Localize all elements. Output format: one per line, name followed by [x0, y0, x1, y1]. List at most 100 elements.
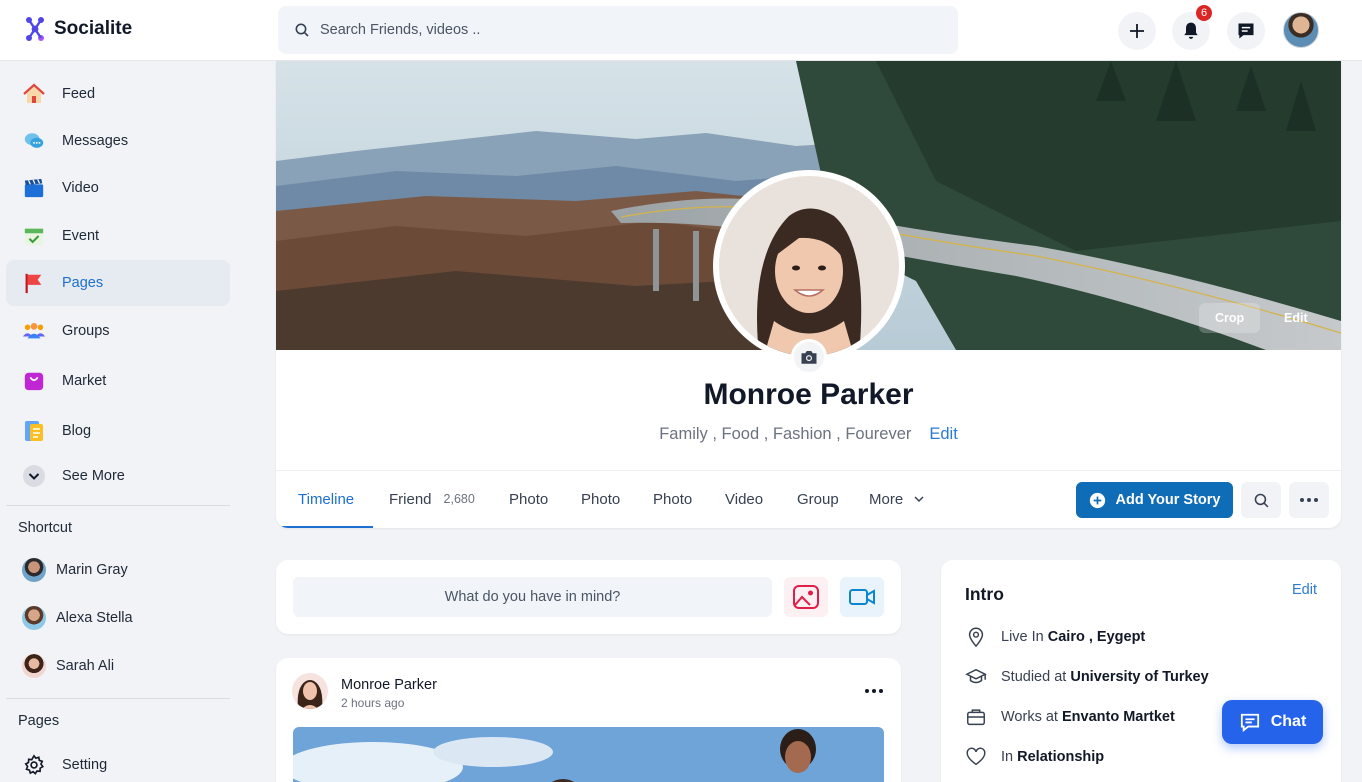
- notifications-button[interactable]: 6: [1172, 5, 1212, 50]
- sidebar-item-event[interactable]: Event: [6, 213, 230, 259]
- user-avatar[interactable]: [1283, 12, 1319, 48]
- tab-group[interactable]: Group: [797, 481, 839, 517]
- add-video-button[interactable]: [840, 577, 884, 617]
- chat-icon: [1240, 713, 1259, 732]
- profile-card: Crop Edit Monroe Parker Family , Food , …: [276, 61, 1341, 528]
- home-icon: [22, 82, 46, 106]
- avatar: [22, 558, 46, 582]
- sidebar-item-video[interactable]: Video: [6, 165, 230, 211]
- briefcase-icon: [967, 709, 985, 726]
- chat-button[interactable]: Chat: [1222, 700, 1323, 744]
- groups-icon: [22, 319, 46, 343]
- intro-prefix: Works at: [1001, 709, 1058, 725]
- heart-icon: [966, 747, 986, 766]
- active-tab-indicator: [276, 526, 373, 528]
- tab-more[interactable]: More: [869, 481, 925, 517]
- post-composer: What do you have in mind?: [276, 560, 901, 634]
- app-name: Socialite: [54, 18, 133, 39]
- composer-input[interactable]: What do you have in mind?: [293, 577, 772, 617]
- sidebar-item-feed[interactable]: Feed: [6, 71, 230, 117]
- tab-label: Photo: [653, 490, 693, 508]
- edit-cover-button[interactable]: Edit: [1268, 303, 1324, 333]
- tab-video[interactable]: Video: [725, 481, 763, 517]
- intro-value: University of Turkey: [1070, 669, 1209, 685]
- profile-more-button[interactable]: [1289, 482, 1329, 518]
- post-card: Monroe Parker 2 hours ago: [276, 658, 901, 782]
- edit-description-link[interactable]: Edit: [929, 425, 957, 443]
- chevron-down-icon: [22, 464, 46, 488]
- shortcut-name: Sarah Ali: [56, 658, 115, 674]
- tab-label: Timeline: [298, 490, 355, 508]
- tab-friend[interactable]: Friend 2,680: [389, 481, 475, 517]
- profile-avatar[interactable]: [713, 170, 905, 362]
- change-photo-button[interactable]: [791, 339, 827, 375]
- shortcut-name: Marin Gray: [56, 562, 128, 578]
- tab-photo[interactable]: Photo: [509, 481, 548, 517]
- add-story-label: Add Your Story: [1115, 492, 1221, 508]
- sidebar-item-label: Pages: [62, 275, 104, 291]
- post-author[interactable]: Monroe Parker: [341, 677, 437, 693]
- app-logo[interactable]: Socialite: [24, 16, 132, 42]
- intro-value: Envanto Martket: [1061, 709, 1175, 725]
- graduation-cap-icon: [965, 668, 987, 684]
- intro-prefix: Live In: [1001, 629, 1044, 645]
- avatar[interactable]: [292, 673, 328, 709]
- sidebar-item-label: Event: [62, 228, 100, 244]
- gear-icon: [22, 753, 46, 777]
- intro-work: Works at Envanto Martket: [965, 706, 1175, 728]
- see-more-button[interactable]: See More: [6, 453, 230, 499]
- sidebar-item-market[interactable]: Market: [6, 358, 230, 404]
- crop-cover-button[interactable]: Crop: [1199, 303, 1261, 333]
- video-icon: [22, 176, 46, 200]
- add-story-button[interactable]: Add Your Story: [1076, 482, 1233, 518]
- shortcut-item[interactable]: Sarah Ali: [22, 652, 114, 680]
- intro-value: Relationship: [1017, 749, 1105, 765]
- location-pin-icon: [968, 627, 984, 648]
- top-header: Socialite 6: [0, 0, 1362, 61]
- create-button[interactable]: [1118, 12, 1156, 50]
- friend-count: 2,680: [443, 492, 475, 506]
- post-image[interactable]: [293, 727, 884, 782]
- avatar: [22, 654, 46, 678]
- plus-circle-icon: [1089, 492, 1105, 508]
- post-time: 2 hours ago: [341, 696, 405, 710]
- shortcut-name: Alexa Stella: [56, 610, 133, 626]
- sidebar-divider: [6, 698, 230, 699]
- messages-button[interactable]: [1227, 12, 1265, 50]
- pages-title: Pages: [18, 713, 60, 729]
- chat-label: Chat: [1270, 713, 1307, 730]
- post-options-button[interactable]: [865, 680, 883, 698]
- shortcut-item[interactable]: Marin Gray: [22, 556, 128, 584]
- shortcut-item[interactable]: Alexa Stella: [22, 604, 133, 632]
- intro-education: Studied at University of Turkey: [965, 666, 1209, 688]
- sidebar-item-pages[interactable]: Pages: [6, 260, 230, 306]
- event-icon: [22, 224, 46, 248]
- sidebar-item-label: Video: [62, 180, 99, 196]
- search-icon: [295, 23, 309, 37]
- intro-value: Cairo , Eygept: [1047, 629, 1146, 645]
- tab-photo[interactable]: Photo: [653, 481, 692, 517]
- logo-icon: [26, 17, 44, 41]
- search-bar[interactable]: [278, 6, 958, 54]
- search-icon: [1254, 493, 1268, 507]
- edit-intro-link[interactable]: Edit: [1292, 582, 1317, 598]
- sidebar-item-label: Blog: [62, 423, 92, 439]
- intro-title: Intro: [965, 584, 1004, 604]
- image-icon: [793, 585, 819, 609]
- profile-name: Monroe Parker: [703, 378, 914, 411]
- intro-relationship: In Relationship: [965, 746, 1104, 768]
- tab-photo[interactable]: Photo: [581, 481, 620, 517]
- sidebar-item-blog[interactable]: Blog: [6, 408, 230, 454]
- profile-search-button[interactable]: [1241, 482, 1281, 518]
- intro-prefix: Studied at: [1001, 669, 1067, 685]
- flag-icon: [22, 271, 46, 295]
- sidebar-item-groups[interactable]: Groups: [6, 308, 230, 354]
- add-photo-button[interactable]: [784, 577, 828, 617]
- video-camera-icon: [849, 589, 875, 605]
- camera-icon: [801, 351, 817, 364]
- sidebar-item-setting[interactable]: Setting: [6, 742, 230, 782]
- tab-timeline[interactable]: Timeline: [298, 481, 354, 517]
- sidebar-item-messages[interactable]: Messages: [6, 118, 230, 164]
- search-input[interactable]: [320, 22, 920, 38]
- bell-icon: [1184, 22, 1198, 39]
